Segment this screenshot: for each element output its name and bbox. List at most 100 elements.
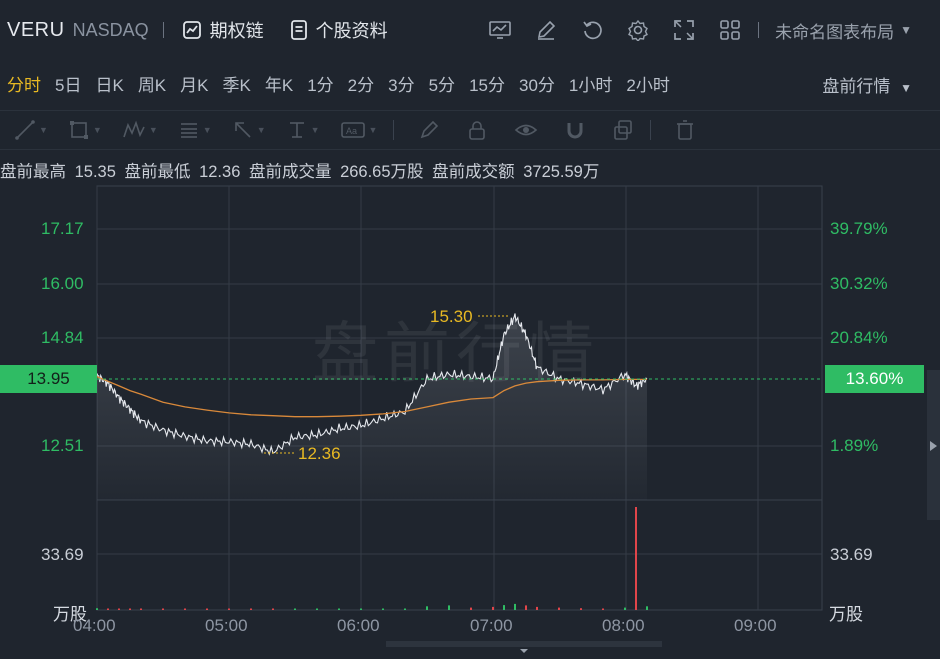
stock-info-button[interactable]: 个股资料 xyxy=(290,17,388,43)
percent-axis-label-right: 1.89% xyxy=(830,436,879,455)
eye-icon[interactable] xyxy=(514,119,538,141)
drawing-toolbar: ▼ ▼ ▼ ▼ ▼ ▼ Aa ▼ xyxy=(0,110,940,150)
layers-icon[interactable] xyxy=(612,119,634,141)
period-tab[interactable]: 15分 xyxy=(469,71,505,96)
ticker-symbol[interactable]: VERU xyxy=(7,19,65,42)
text-tool-icon[interactable]: Aa ▼ xyxy=(340,119,377,141)
period-tab[interactable]: 分时 xyxy=(7,71,41,96)
period-tab[interactable]: 2分 xyxy=(348,71,374,96)
period-tab[interactable]: 1小时 xyxy=(569,71,612,96)
volume-bar xyxy=(525,605,527,610)
divider xyxy=(162,22,164,38)
chevron-down-icon xyxy=(520,649,528,653)
trash-icon[interactable] xyxy=(675,119,695,141)
price-axis-label-left: 12.51 xyxy=(41,436,84,455)
volume-bar xyxy=(635,507,637,610)
volume-bar xyxy=(382,608,384,610)
magnet-icon[interactable] xyxy=(564,119,586,141)
volume-bar xyxy=(580,608,582,610)
divider xyxy=(758,22,760,38)
divider xyxy=(650,120,652,140)
period-tab[interactable]: 2小时 xyxy=(626,71,669,96)
volume-bar xyxy=(294,608,296,610)
volume-unit-right: 万股 xyxy=(829,605,863,624)
line-tool-icon[interactable]: ▼ xyxy=(14,119,48,141)
price-axis-label-left: 17.17 xyxy=(41,219,84,238)
options-chain-icon xyxy=(182,21,201,39)
time-axis-label: 08:00 xyxy=(602,616,645,635)
period-tab[interactable]: 5日 xyxy=(55,71,81,96)
percent-axis-label-right: 39.79% xyxy=(830,219,888,238)
volume-bar xyxy=(514,603,516,610)
period-tab[interactable]: 30分 xyxy=(519,71,555,96)
bottom-panel-handle[interactable] xyxy=(386,641,662,653)
layout-name: 未命名图表布局 xyxy=(775,22,895,42)
volume-bar xyxy=(140,608,142,610)
volume-bar xyxy=(228,608,230,610)
brush-tool-icon[interactable] xyxy=(418,119,440,141)
plot-frame xyxy=(96,185,823,611)
period-tab[interactable]: 3分 xyxy=(388,71,414,96)
options-chain-button[interactable]: 期权链 xyxy=(182,17,264,43)
session-dropdown[interactable]: 盘前行情 ▼ xyxy=(822,72,912,97)
volume-bar xyxy=(107,608,109,610)
low-value: 12.36 xyxy=(199,163,241,181)
amount-label: 盘前成交额 xyxy=(432,163,515,181)
volume-bar xyxy=(492,606,494,610)
fib-tool-icon[interactable]: ▼ xyxy=(178,119,212,141)
volume-bar xyxy=(129,608,131,610)
layout-dropdown[interactable]: 未命名图表布局 ▼ xyxy=(775,18,912,43)
svg-text:Aa: Aa xyxy=(346,126,357,136)
volume-bar xyxy=(96,608,98,610)
period-tab[interactable]: 日K xyxy=(95,71,123,96)
caret-down-icon: ▼ xyxy=(900,81,912,95)
options-chain-label: 期权链 xyxy=(209,21,264,41)
volume-axis-left: 33.69 xyxy=(41,545,84,564)
low-label: 盘前最低 xyxy=(124,163,191,181)
volume-bar xyxy=(470,607,472,610)
time-axis-label: 04:00 xyxy=(73,616,116,635)
time-axis-label: 05:00 xyxy=(205,616,248,635)
lock-icon[interactable] xyxy=(466,119,488,141)
volume-bar xyxy=(360,608,362,610)
measure-tool-icon[interactable]: ▼ xyxy=(286,119,320,141)
divider xyxy=(393,120,395,140)
current-percent-tag: 13.60% xyxy=(825,365,924,393)
volume-bar xyxy=(426,606,428,610)
rectangle-tool-icon[interactable]: ▼ xyxy=(68,119,102,141)
percent-axis-label-right: 30.32% xyxy=(830,274,888,293)
volume-axis-right: 33.69 xyxy=(830,545,873,564)
price-axis-label-left: 16.00 xyxy=(41,274,84,293)
high-value: 15.35 xyxy=(74,163,116,181)
period-tab[interactable]: 5分 xyxy=(429,71,455,96)
price-axis-label-left: 14.84 xyxy=(41,328,84,347)
volume-bar xyxy=(250,608,252,610)
arrow-tool-icon[interactable]: ▼ xyxy=(232,119,266,141)
edit-icon[interactable] xyxy=(534,18,558,42)
grid-layout-icon[interactable] xyxy=(718,18,742,42)
chevron-right-icon xyxy=(930,441,937,451)
pattern-tool-icon[interactable]: ▼ xyxy=(122,119,158,141)
chart-type-icon[interactable] xyxy=(488,18,512,42)
side-panel-toggle[interactable] xyxy=(927,370,940,520)
toolbar-icons: 未命名图表布局 ▼ xyxy=(488,0,940,60)
fullscreen-icon[interactable] xyxy=(672,18,696,42)
period-tab[interactable]: 月K xyxy=(180,71,208,96)
reset-icon[interactable] xyxy=(580,18,604,42)
period-tab[interactable]: 周K xyxy=(138,71,166,96)
gear-icon[interactable] xyxy=(626,18,650,42)
time-axis-label: 06:00 xyxy=(337,616,380,635)
high-marker-label: 15.30 xyxy=(430,307,473,326)
volume-bar xyxy=(404,608,406,610)
exchange-label: NASDAQ xyxy=(72,19,149,40)
volume-label: 盘前成交量 xyxy=(248,163,332,181)
volume-bar xyxy=(162,608,164,610)
period-tab[interactable]: 季K xyxy=(223,71,251,96)
amount-value: 3725.59万 xyxy=(523,163,600,181)
volume-bar xyxy=(206,608,208,610)
period-tabs: 分时 5日 日K 周K 月K 季K 年K 1分 2分 3分 5分 15分 30分 1小时 2小时 xyxy=(0,66,940,100)
period-tab[interactable]: 年K xyxy=(265,71,293,96)
volume-bar xyxy=(118,608,120,610)
volume-bar xyxy=(624,607,626,610)
period-tab[interactable]: 1分 xyxy=(307,71,333,96)
